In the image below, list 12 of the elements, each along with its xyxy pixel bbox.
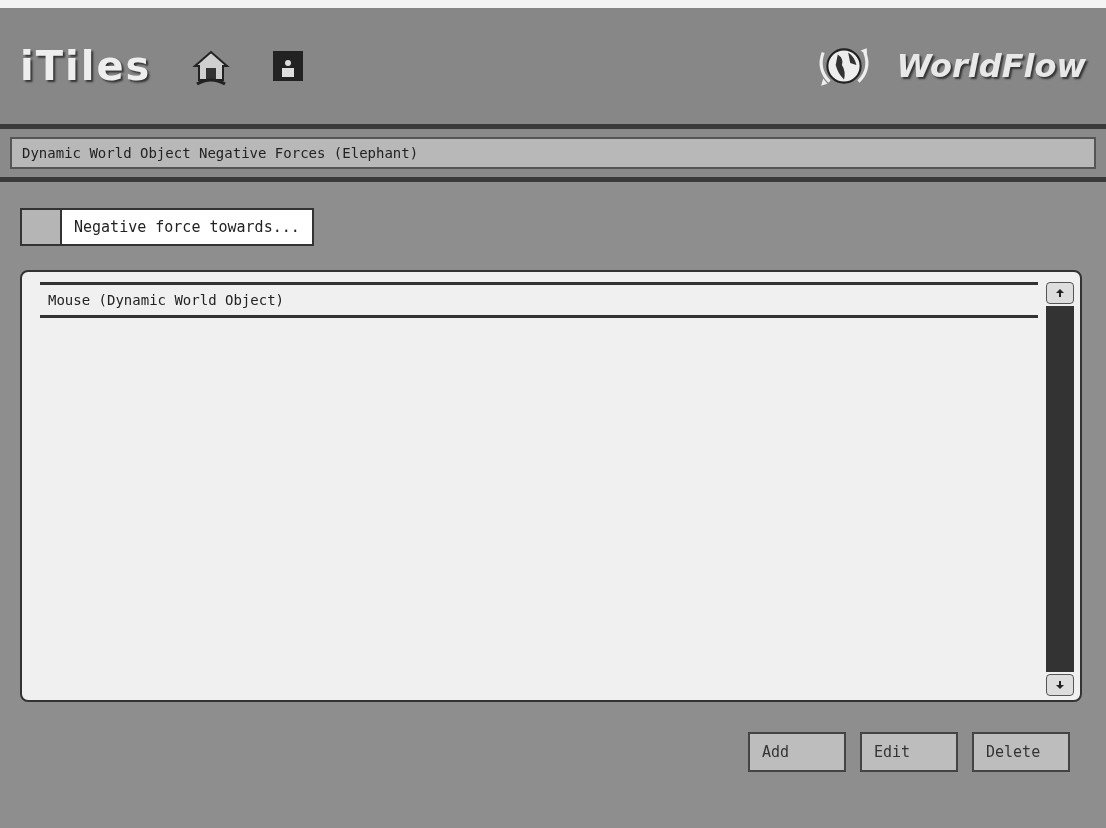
brand-logo: WorldFlow xyxy=(896,47,1086,85)
section-label: Negative force towards... xyxy=(73,217,301,238)
page-title: Dynamic World Object Negative Forces (Elephant) xyxy=(10,137,1096,169)
action-button[interactable]: Edit xyxy=(860,732,958,772)
app-logo: iTiles xyxy=(20,43,152,89)
save-icon[interactable] xyxy=(271,49,306,83)
scroll-up-icon[interactable] xyxy=(1046,282,1074,304)
scrollbar[interactable] xyxy=(1046,282,1074,696)
action-button[interactable]: Add xyxy=(748,732,846,772)
action-button[interactable]: Delete xyxy=(972,732,1070,772)
scroll-down-icon[interactable] xyxy=(1046,674,1074,696)
list-item[interactable]: Mouse (Dynamic World Object) xyxy=(40,282,1038,318)
